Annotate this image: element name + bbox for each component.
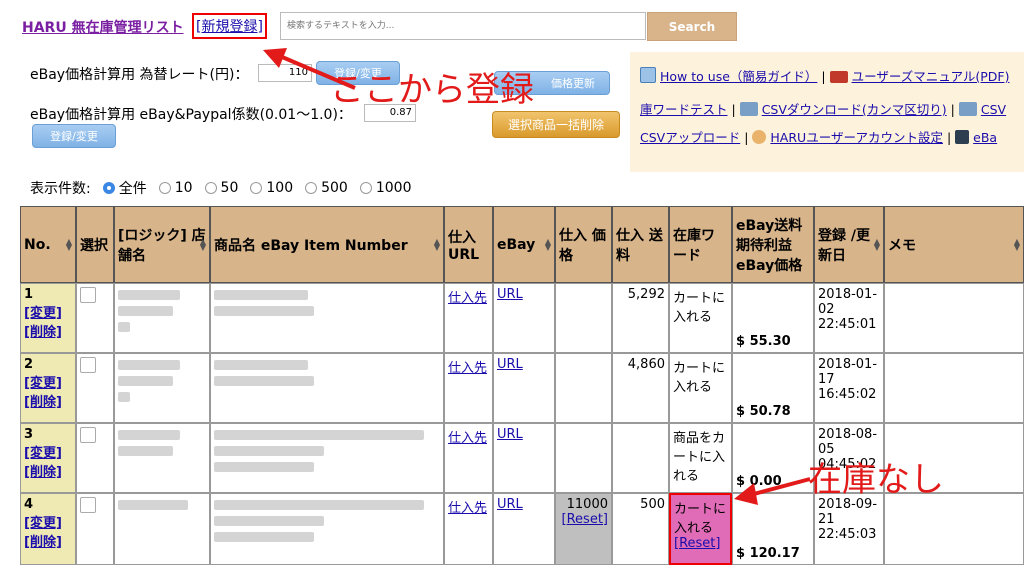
shop-cell — [114, 493, 210, 565]
edit-link[interactable]: [変更] — [24, 446, 62, 461]
row-checkbox[interactable] — [80, 427, 96, 443]
row-checkbox[interactable] — [80, 357, 96, 373]
item-cell — [210, 493, 444, 565]
new-register-link[interactable]: [新規登録] — [192, 13, 267, 39]
col-ship[interactable]: 仕入 送料 — [612, 206, 669, 283]
csv-upload-link[interactable]: CSVアップロード — [640, 130, 740, 145]
separator: | — [821, 69, 826, 84]
rate-label: eBay価格計算用 為替レート(円)： — [30, 67, 249, 83]
memo-cell[interactable] — [884, 353, 1024, 423]
edit-link[interactable]: [変更] — [24, 376, 62, 391]
source-link[interactable]: 仕入先 — [448, 501, 487, 516]
ebay-url-link[interactable]: URL — [497, 497, 523, 512]
item-cell — [210, 353, 444, 423]
display-count-label: 表示件数: — [30, 181, 91, 197]
source-link[interactable]: 仕入先 — [448, 291, 487, 306]
pdf-icon — [829, 71, 848, 83]
col-ebay-price[interactable]: eBay送料 期待利益 eBay価格 — [732, 206, 814, 283]
user-icon — [752, 130, 767, 144]
edit-link[interactable]: [変更] — [24, 306, 62, 321]
word-test-link[interactable]: 庫ワードテスト — [640, 102, 728, 117]
col-word[interactable]: 在庫ワード — [669, 206, 732, 283]
shop-cell — [114, 353, 210, 423]
csv-download-link[interactable]: CSVダウンロード(カンマ区切り) — [762, 102, 947, 117]
radio-1000[interactable] — [359, 182, 372, 194]
memo-cell[interactable] — [884, 283, 1024, 353]
csv-icon — [958, 102, 977, 116]
col-price[interactable]: 仕入 価格 — [555, 206, 612, 283]
delete-link[interactable]: [削除] — [24, 535, 62, 550]
memo-cell[interactable] — [884, 493, 1024, 565]
separator: | — [731, 102, 736, 117]
separator: | — [950, 102, 955, 117]
radio-100[interactable] — [250, 182, 263, 194]
coef-register-button[interactable]: 登録/変更 — [32, 124, 116, 148]
col-item[interactable]: 商品名 eBay Item Number ▲ ▼ — [210, 206, 444, 283]
ebay-url-link[interactable]: URL — [497, 357, 523, 372]
item-cell — [210, 423, 444, 493]
annotation-out-of-stock: 在庫なし — [808, 460, 944, 500]
display-count: 表示件数: 全件 10 50 100 500 1000 — [30, 180, 412, 197]
price-reset-link[interactable]: [Reset] — [562, 512, 608, 527]
manual-link[interactable]: ユーザーズマニュアル(PDF) — [852, 69, 1010, 84]
bulk-delete-button[interactable]: 選択商品一括削除 — [492, 111, 620, 138]
radio-all[interactable] — [102, 182, 115, 194]
csv-link[interactable]: CSV — [981, 102, 1006, 117]
price-cell: 11000 [Reset] — [555, 493, 612, 565]
app-title[interactable]: HARU 無在庫管理リスト — [22, 17, 184, 37]
radio-50[interactable] — [204, 182, 217, 194]
word-reset-link[interactable]: [Reset] — [674, 536, 720, 551]
table-row: 4 [変更] [削除] 仕入先 URL 11000 [Reset] 500 カートに入… — [20, 493, 1024, 565]
ebay-url-link[interactable]: URL — [497, 427, 523, 442]
table-row: 1 [変更] [削除] 仕入先 URL 5,292 カートに入れる $ 55.30 … — [20, 283, 1024, 353]
howto-link[interactable]: How to use（簡易ガイド） — [660, 69, 817, 84]
separator: | — [744, 130, 749, 145]
ebay-link[interactable]: eBa — [973, 130, 997, 145]
shop-cell — [114, 283, 210, 353]
account-link[interactable]: HARUユーザーアカウント設定 — [770, 130, 943, 145]
source-link[interactable]: 仕入先 — [448, 361, 487, 376]
search-input[interactable] — [280, 12, 646, 40]
annotation-arrow-out-of-stock — [734, 477, 811, 505]
row-checkbox[interactable] — [80, 497, 96, 513]
col-ebay[interactable]: eBay ▲ ▼ — [493, 206, 555, 283]
ebay-url-link[interactable]: URL — [497, 287, 523, 302]
radio-10[interactable] — [158, 182, 171, 194]
col-date[interactable]: 登録 /更新日 ▲ ▼ — [814, 206, 884, 283]
radio-500[interactable] — [305, 182, 318, 194]
col-memo[interactable]: メモ ▲ ▼ — [884, 206, 1024, 283]
delete-link[interactable]: [削除] — [24, 325, 62, 340]
table-row: 2 [変更] [削除] 仕入先 URL 4,860 カートに入れる $ 50.78 … — [20, 353, 1024, 423]
search-button[interactable]: Search — [647, 12, 737, 41]
ebay-icon — [955, 130, 970, 144]
col-shop[interactable]: [ロジック] 店舗名 ▲ ▼ — [114, 206, 210, 283]
guide-icon — [640, 67, 656, 83]
link-panel: How to use（簡易ガイド） | ユーザーズマニュアル(PDF) 庫ワード… — [630, 52, 1024, 172]
annotation-register-here: ここから登録 — [330, 70, 534, 110]
product-table: No. ▲ ▼ 選択 [ロジック] 店舗名 ▲ ▼ 商品名 eBay Item Numb… — [20, 206, 1024, 565]
row-checkbox[interactable] — [80, 287, 96, 303]
item-cell — [210, 283, 444, 353]
csv-download-icon — [739, 102, 758, 116]
col-no[interactable]: No. ▲ ▼ — [20, 206, 76, 283]
delete-link[interactable]: [削除] — [24, 395, 62, 410]
col-select[interactable]: 選択 — [76, 206, 114, 283]
shop-cell — [114, 423, 210, 493]
edit-link[interactable]: [変更] — [24, 516, 62, 531]
delete-link[interactable]: [削除] — [24, 465, 62, 480]
coef-label: eBay価格計算用 eBay&Paypal係数(0.01〜1.0)： — [30, 107, 352, 123]
col-src-url[interactable]: 仕入 URL — [444, 206, 493, 283]
stock-word-cell-out-of-stock: カートに入れる [Reset] — [669, 493, 732, 565]
source-link[interactable]: 仕入先 — [448, 431, 487, 446]
separator: | — [946, 130, 952, 145]
